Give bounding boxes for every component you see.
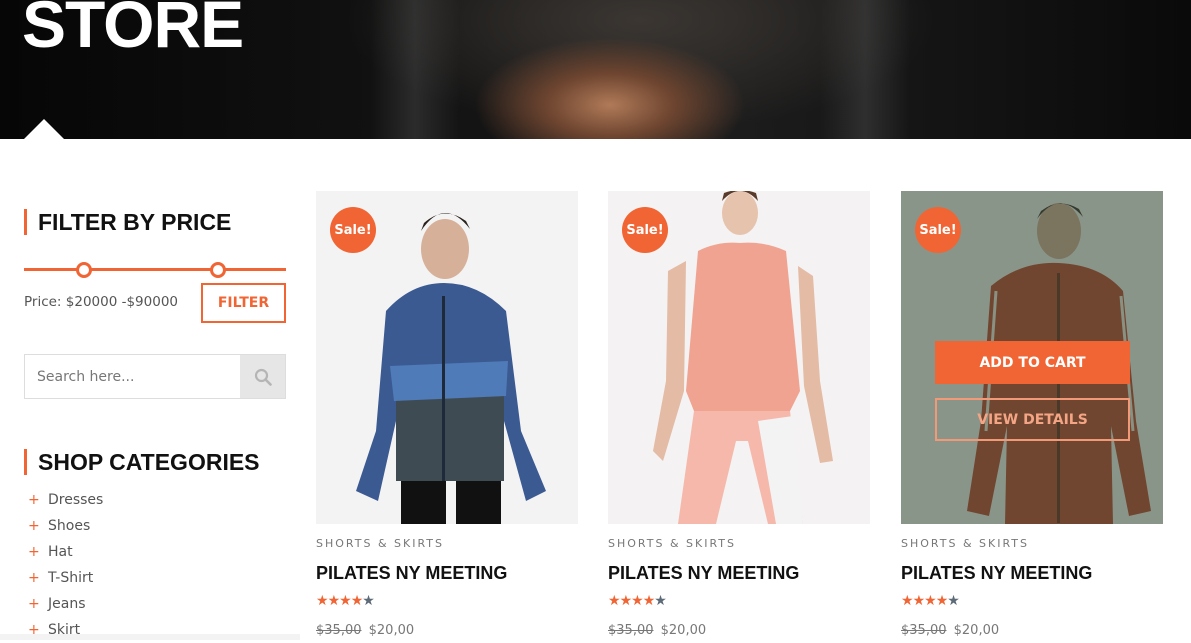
price-range-text: Price: $20000 -$90000 xyxy=(24,294,179,310)
product-category[interactable]: SHORTS & SKIRTS xyxy=(316,537,444,550)
category-label[interactable]: Shoes xyxy=(48,515,90,537)
product-price: $35,00 $20,00 xyxy=(316,623,414,638)
category-label[interactable]: Hat xyxy=(48,541,73,563)
product-image[interactable]: Sale! xyxy=(316,191,578,524)
hero-background-bar xyxy=(370,0,460,139)
star-filled-icon: ★ xyxy=(631,593,644,609)
filter-button[interactable]: FILTER xyxy=(201,283,286,323)
price-slider-track xyxy=(24,268,286,271)
product-category[interactable]: SHORTS & SKIRTS xyxy=(608,537,736,550)
sale-badge: Sale! xyxy=(330,207,376,253)
sale-price: $20,00 xyxy=(953,623,1000,638)
star-filled-icon: ★ xyxy=(619,593,633,609)
page-title: STORE xyxy=(22,0,244,61)
old-price: $35,00 xyxy=(608,623,654,638)
category-label[interactable]: T-Shirt xyxy=(48,567,93,589)
product-price: $35,00 $20,00 xyxy=(901,623,999,638)
star-filled-icon: ★ xyxy=(327,593,341,609)
view-details-button[interactable]: VIEW DETAILS xyxy=(935,398,1130,441)
star-filled-icon: ★ xyxy=(935,593,949,609)
category-list: + Dresses + Shoes + Hat + T-Shirt + Jeans + Sk… xyxy=(24,487,103,643)
plus-icon: + xyxy=(28,492,40,508)
sale-price: $20,00 xyxy=(660,623,707,638)
product-card[interactable]: Sale! ADD TO CART VIEW DETAILS SHORTS & … xyxy=(901,191,1163,638)
rating-stars: ★★★★★ xyxy=(316,593,375,609)
plus-icon: + xyxy=(28,596,40,612)
add-to-cart-button[interactable]: ADD TO CART xyxy=(935,341,1130,384)
search-icon xyxy=(254,368,272,386)
price-range-slider[interactable] xyxy=(24,262,286,278)
star-filled-icon: ★ xyxy=(912,593,926,609)
product-name[interactable]: PILATES NY MEETING xyxy=(316,563,507,584)
search-input[interactable] xyxy=(25,355,240,398)
product-name[interactable]: PILATES NY MEETING xyxy=(608,563,799,584)
hero-banner: STORE xyxy=(0,0,1191,139)
category-item[interactable]: + Dresses xyxy=(24,487,103,513)
star-empty-icon: ★ xyxy=(947,593,960,609)
star-empty-icon: ★ xyxy=(362,593,375,609)
star-filled-icon: ★ xyxy=(642,593,656,609)
product-card[interactable]: Sale! SHORTS & SKIRTS PILATES NY MEETING… xyxy=(608,191,870,638)
star-filled-icon: ★ xyxy=(924,593,937,609)
price-slider-min-handle[interactable] xyxy=(76,262,93,278)
star-filled-icon: ★ xyxy=(339,593,352,609)
hero-notch xyxy=(24,119,64,139)
category-item[interactable]: + Jeans xyxy=(24,591,103,617)
product-card[interactable]: Sale! SHORTS & SKIRTS PILATES NY MEETING… xyxy=(316,191,578,638)
rating-stars: ★★★★★ xyxy=(901,593,960,609)
category-label[interactable]: Jeans xyxy=(48,593,86,615)
browser-status-bar xyxy=(0,634,300,640)
category-label[interactable]: Dresses xyxy=(48,489,103,511)
category-item[interactable]: + T-Shirt xyxy=(24,565,103,591)
product-image[interactable]: Sale! xyxy=(608,191,870,524)
star-empty-icon: ★ xyxy=(654,593,667,609)
category-item[interactable]: + Hat xyxy=(24,539,103,565)
plus-icon: + xyxy=(28,518,40,534)
old-price: $35,00 xyxy=(316,623,362,638)
plus-icon: + xyxy=(28,570,40,586)
rating-stars: ★★★★★ xyxy=(608,593,667,609)
star-filled-icon: ★ xyxy=(350,593,364,609)
star-filled-icon: ★ xyxy=(901,593,914,609)
filter-by-price-heading: FILTER BY PRICE xyxy=(24,209,231,235)
product-name[interactable]: PILATES NY MEETING xyxy=(901,563,1092,584)
product-image[interactable]: Sale! ADD TO CART VIEW DETAILS xyxy=(901,191,1163,524)
star-filled-icon: ★ xyxy=(316,593,329,609)
sale-badge: Sale! xyxy=(915,207,961,253)
hero-background-bar xyxy=(820,0,910,139)
price-slider-max-handle[interactable] xyxy=(209,262,226,278)
sale-badge: Sale! xyxy=(622,207,668,253)
shop-categories-heading: SHOP CATEGORIES xyxy=(24,449,260,475)
sale-price: $20,00 xyxy=(368,623,415,638)
search-form xyxy=(24,354,286,399)
product-price: $35,00 $20,00 xyxy=(608,623,706,638)
star-filled-icon: ★ xyxy=(608,593,621,609)
category-item[interactable]: + Shoes xyxy=(24,513,103,539)
old-price: $35,00 xyxy=(901,623,947,638)
product-category[interactable]: SHORTS & SKIRTS xyxy=(901,537,1029,550)
search-button[interactable] xyxy=(240,355,285,398)
plus-icon: + xyxy=(28,544,40,560)
